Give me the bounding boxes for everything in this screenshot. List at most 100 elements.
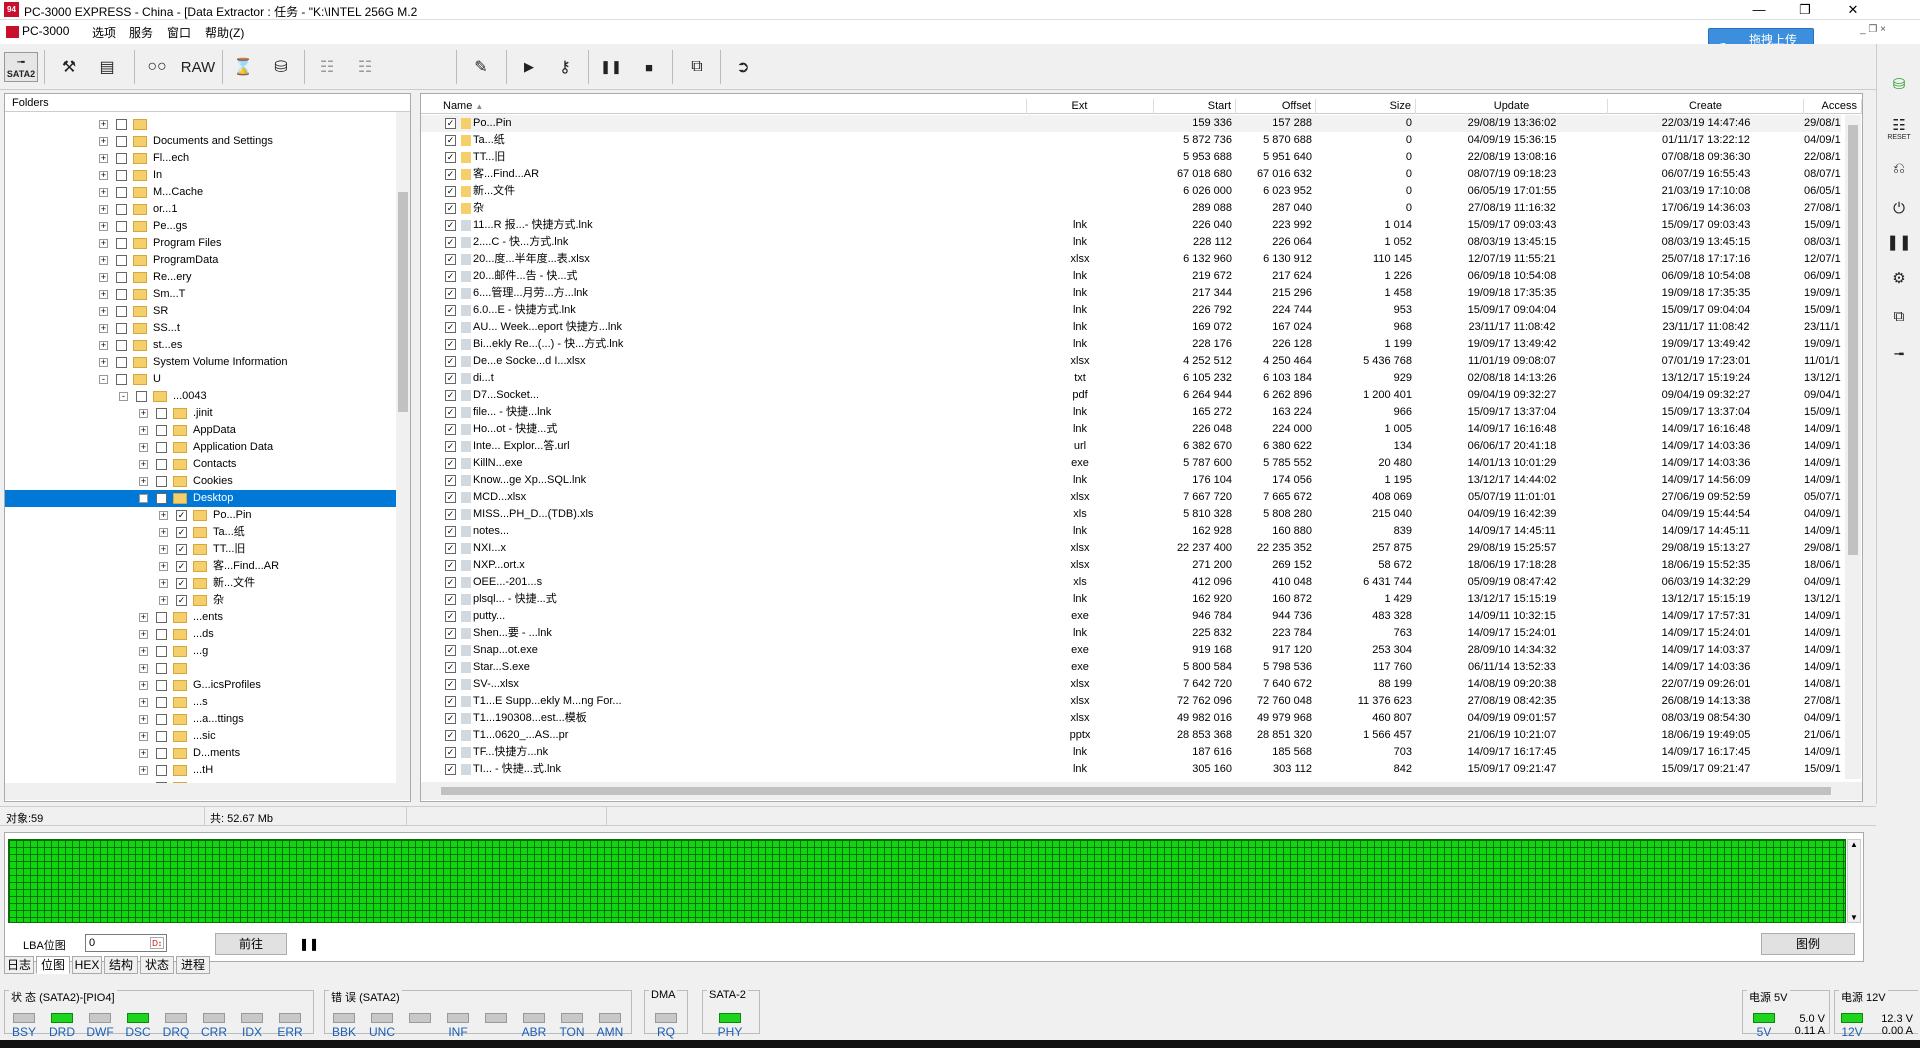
file-checkbox[interactable]: ✓ [445,560,456,571]
file-row[interactable]: ✓ 6....管理...月劳...方...lnk lnk 217 344 215 296… [421,285,1841,302]
tree-item[interactable]: + ...g [139,643,208,660]
map-scrollbar[interactable]: ▲ ▼ [1847,839,1861,923]
file-row[interactable]: ✓ OEE...-201...s xls 412 096 410 048 6 431 74… [421,574,1841,591]
file-checkbox[interactable]: ✓ [445,696,456,707]
col-header-create[interactable]: Create [1608,99,1804,114]
tree-item[interactable]: + SS...t [99,320,180,337]
tree-item[interactable]: + Pe...gs [99,218,187,235]
file-checkbox[interactable]: ✓ [445,237,456,248]
stop-icon[interactable]: ■ [632,52,666,82]
tree-checkbox[interactable] [156,662,167,674]
tree-checkbox[interactable] [156,713,167,725]
file-checkbox[interactable]: ✓ [445,203,456,214]
file-row[interactable]: ✓ 杂 289 088 287 040 0 27/08/19 11:16:32 17/06/… [421,200,1841,217]
expand-icon[interactable]: + [139,714,148,724]
connector-icon[interactable]: ╼ [1883,338,1915,370]
file-row[interactable]: ✓ NXP...ort.x xlsx 271 200 269 152 58 672 18/0… [421,557,1841,574]
tree-checkbox[interactable] [136,390,147,402]
file-checkbox[interactable]: ✓ [445,152,456,163]
tree-item[interactable]: + ✓ 客...Find...AR [159,558,279,575]
collapse-icon[interactable]: - [139,493,148,503]
tree-checkbox[interactable] [116,118,127,130]
tree-item[interactable]: + ProgramData [99,252,218,269]
tree-item[interactable]: + ✓ Po...Pin [159,507,252,524]
expand-icon[interactable]: + [139,748,148,758]
file-row[interactable]: ✓ 20...度...半年度...表.xlsx xlsx 6 132 960 6 130… [421,251,1841,268]
tree-item[interactable]: + G...icsProfiles [139,677,261,694]
file-row[interactable]: ✓ D7...Socket... pdf 6 264 944 6 262 896 1 20… [421,387,1841,404]
tree-item[interactable]: + Contacts [139,456,236,473]
file-checkbox[interactable]: ✓ [445,220,456,231]
expand-icon[interactable]: + [159,544,168,554]
file-checkbox[interactable]: ✓ [445,543,456,554]
tree-item[interactable]: + or...1 [99,201,177,218]
tree-item[interactable]: + In [99,167,162,184]
tree-checkbox[interactable] [116,339,127,351]
file-row[interactable]: ✓ di...t txt 6 105 232 6 103 184 929 02/08/18 … [421,370,1841,387]
col-header-update[interactable]: Update [1416,99,1608,114]
tab-1[interactable]: 位图 [36,956,70,974]
tree-item[interactable]: + Program Files [99,235,221,252]
file-checkbox[interactable]: ✓ [445,322,456,333]
tree-item[interactable]: + ...sic [139,728,216,745]
file-checkbox[interactable]: ✓ [445,458,456,469]
expand-icon[interactable]: + [99,340,108,350]
expand-icon[interactable]: + [139,731,148,741]
drive-stack-icon[interactable]: ⛁ [1883,68,1915,100]
file-checkbox[interactable]: ✓ [445,475,456,486]
tree-item[interactable]: + ...ents [139,609,223,626]
tree-checkbox[interactable]: ✓ [176,594,187,606]
file-checkbox[interactable]: ✓ [445,305,456,316]
file-checkbox[interactable]: ✓ [445,288,456,299]
file-checkbox[interactable]: ✓ [445,407,456,418]
tree-item[interactable]: + [99,116,153,133]
tree-checkbox[interactable] [156,441,167,453]
file-checkbox[interactable]: ✓ [445,628,456,639]
menu-item-pc3000[interactable]: PC-3000 [6,24,69,38]
tree-checkbox[interactable] [116,288,127,300]
file-checkbox[interactable]: ✓ [445,679,456,690]
tree-checkbox[interactable] [156,611,167,623]
legend-button[interactable]: 图例 [1761,933,1855,955]
pause-map-icon[interactable]: ❚❚ [299,937,319,951]
tree-item[interactable]: + Re...ery [99,269,192,286]
expand-icon[interactable]: + [159,595,168,605]
files-scroll-thumb[interactable] [1848,125,1858,555]
menu-item-help[interactable]: 帮助(Z) [205,24,244,41]
file-row[interactable]: ✓ Know...ge Xp...SQL.lnk lnk 176 104 174 056… [421,472,1841,489]
file-row[interactable]: ✓ 6.0...E - 快捷方式.lnk lnk 226 792 224 744 953 1… [421,302,1841,319]
tree-checkbox[interactable]: ✓ [176,509,187,521]
expand-icon[interactable]: + [159,578,168,588]
tree-item[interactable]: - ✓ Desktop [5,490,396,507]
file-row[interactable]: ✓ Ta...纸 5 872 736 5 870 688 0 04/09/19 15:36… [421,132,1841,149]
file-checkbox[interactable]: ✓ [445,662,456,673]
expand-icon[interactable]: + [99,323,108,333]
tree-item[interactable]: + ✓ 新...文件 [159,575,255,592]
tree-item[interactable]: + M...Cache [99,184,203,201]
file-checkbox[interactable]: ✓ [445,747,456,758]
file-row[interactable]: ✓ T1...0620_...AS...pr pptx 28 853 368 28 85… [421,727,1841,744]
expand-icon[interactable]: + [139,629,148,639]
file-row[interactable]: ✓ Inte... Explor...答.url url 6 382 670 6 380… [421,438,1841,455]
expand-icon[interactable]: + [99,153,108,163]
tree-item[interactable]: + ...s [139,694,208,711]
expand-icon[interactable]: + [99,170,108,180]
tree-checkbox[interactable] [116,271,127,283]
tree-checkbox[interactable] [156,764,167,776]
expand-icon[interactable]: + [99,255,108,265]
collapse-icon[interactable]: - [119,391,128,401]
power-off-icon[interactable]: ⏻ [1883,192,1915,224]
expand-icon[interactable]: + [139,612,148,622]
tree-checkbox[interactable] [156,458,167,470]
tree-item[interactable]: + Sm...T [99,286,185,303]
expand-icon[interactable]: + [99,272,108,282]
tree-item[interactable]: + D...ments [139,745,240,762]
tree-item[interactable]: + Documents and Settings [99,133,273,150]
file-row[interactable]: ✓ SV-...xlsx xlsx 7 642 720 7 640 672 88 199 1… [421,676,1841,693]
file-checkbox[interactable]: ✓ [445,271,456,282]
files-vertical-scrollbar[interactable] [1845,115,1861,779]
tab-0[interactable]: 日志 [4,956,34,974]
expand-icon[interactable]: + [99,306,108,316]
expand-icon[interactable]: + [99,238,108,248]
tab-5[interactable]: 进程 [176,956,210,974]
